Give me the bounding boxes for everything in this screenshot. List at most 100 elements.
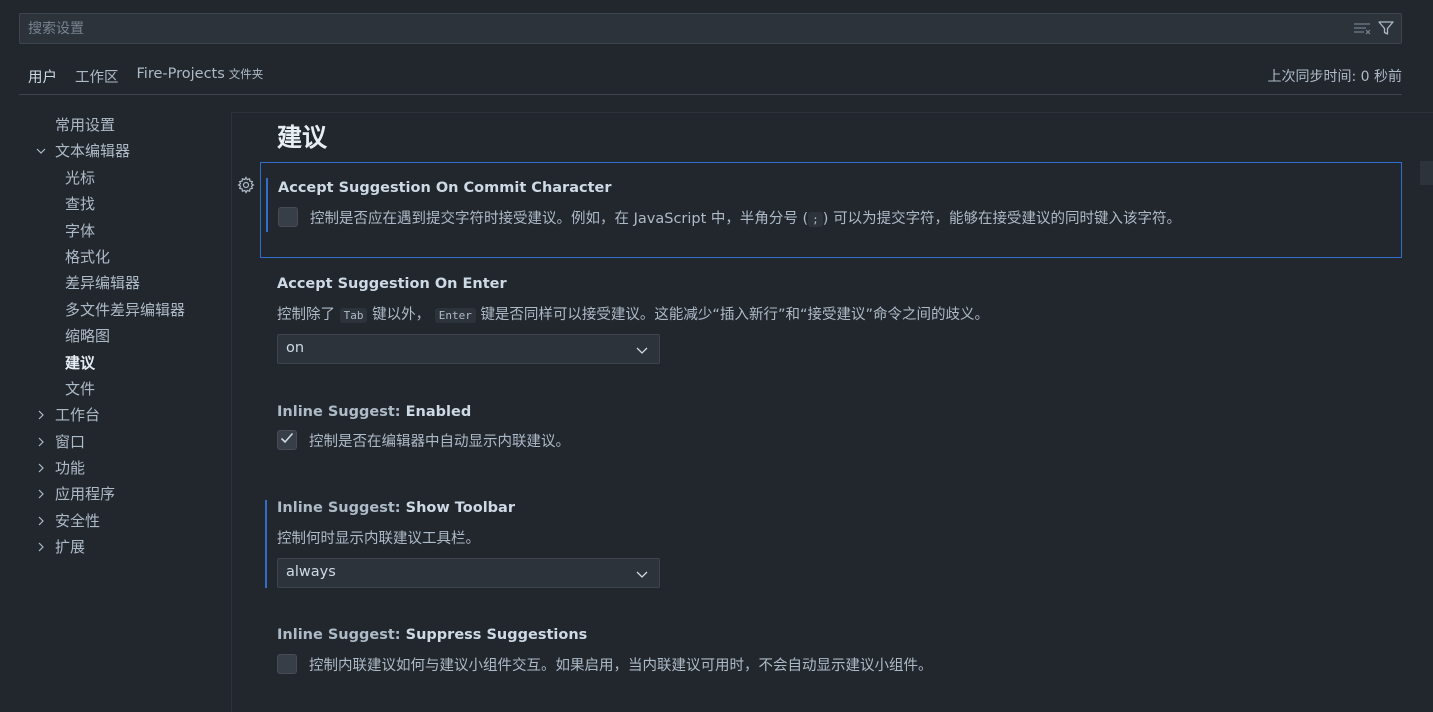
filter-icon[interactable] [1377, 19, 1395, 37]
tree-item-label: 字体 [65, 221, 96, 240]
tree-item-window[interactable]: 窗口 [0, 429, 231, 455]
setting-description: 控制内联建议如何与建议小组件交互。如果启用，当内联建议可用时，不会自动显示建议小… [309, 658, 933, 674]
tree-item-suggestions[interactable]: 建议 [0, 350, 231, 376]
tree-item-application[interactable]: 应用程序 [0, 481, 231, 507]
setting-dropdown[interactable]: always [277, 558, 660, 588]
setting-title: Inline Suggest: Suppress Suggestions [277, 627, 587, 643]
content-divider [232, 112, 1433, 113]
setting-name: Suppress Suggestions [405, 627, 588, 643]
tree-item-label: 文件 [65, 379, 96, 398]
setting-checkbox[interactable] [278, 207, 298, 227]
desc-part: 控制除了 [277, 307, 335, 323]
setting-checkbox[interactable] [277, 430, 297, 450]
dropdown-value: always [286, 564, 336, 580]
setting-inline-suggest-enabled: Inline Suggest: Enabled 控制是否在编辑器中自动显示内联建… [260, 402, 1402, 472]
modified-indicator [265, 500, 267, 588]
setting-accept-on-enter: Accept Suggestion On Enter 控制除了 Tab 键以外，… [260, 274, 1402, 374]
tree-item-label: 多文件差异编辑器 [65, 300, 186, 319]
tree-item-cursor[interactable]: 光标 [0, 165, 231, 191]
key-badge: ; [808, 212, 823, 227]
tree-item-label: 扩展 [55, 538, 86, 557]
setting-category: Inline Suggest: [277, 404, 406, 420]
tree-item-label: 安全性 [55, 511, 101, 530]
tabs-divider [19, 94, 1402, 95]
search-input[interactable] [28, 14, 1328, 43]
tab-workspace[interactable]: 工作区 [66, 56, 128, 95]
setting-title: Accept Suggestion On Commit Character [278, 180, 612, 196]
setting-inline-suggest-show-toolbar: Inline Suggest: Show Toolbar 控制何时显示内联建议工… [260, 498, 1402, 594]
setting-title: Accept Suggestion On Enter [277, 276, 507, 292]
tree-item-multi-diff-editor[interactable]: 多文件差异编辑器 [0, 297, 231, 323]
chevron-right-icon [34, 534, 48, 560]
setting-inline-suggest-suppress: Inline Suggest: Suppress Suggestions 控制内… [260, 625, 1402, 695]
setting-title: Inline Suggest: Show Toolbar [277, 500, 515, 516]
tree-item-label: 窗口 [55, 432, 86, 451]
tree-item-workbench[interactable]: 工作台 [0, 402, 231, 428]
tree-item-diff-editor[interactable]: 差异编辑器 [0, 270, 231, 296]
settings-scope-tabs: 用户 工作区 Fire-Projects 文件夹 [19, 56, 272, 95]
scrollbar-thumb[interactable] [1420, 161, 1433, 185]
tree-item-extensions[interactable]: 扩展 [0, 534, 231, 560]
tab-workspace-label: 工作区 [75, 70, 119, 86]
gear-icon[interactable] [237, 176, 255, 194]
tree-divider [231, 112, 232, 712]
settings-tree: 常用设置 文本编辑器 光标 查找 字体 格式化 差异编辑器 多文件差异编辑器 缩… [0, 112, 231, 561]
setting-name: Show Toolbar [405, 500, 515, 516]
tree-item-label: 查找 [65, 195, 96, 214]
tree-item-font[interactable]: 字体 [0, 218, 231, 244]
setting-name: Enabled [405, 404, 472, 420]
sync-status: 上次同步时间: 0 秒前 [1267, 69, 1402, 85]
chevron-right-icon [34, 402, 48, 428]
desc-part: 键以外， [372, 307, 431, 323]
desc-part: ) 可以为提交字符，能够在接受建议的同时键入该字符。 [822, 211, 1182, 227]
tree-item-label: 工作台 [55, 406, 101, 425]
tree-item-security[interactable]: 安全性 [0, 508, 231, 534]
tab-folder-label: Fire-Projects [136, 66, 225, 82]
tree-item-label: 应用程序 [55, 485, 116, 504]
setting-accept-on-commit-character: Accept Suggestion On Commit Character 控制… [260, 162, 1402, 258]
dropdown-value: on [286, 340, 305, 356]
setting-dropdown[interactable]: on [277, 334, 660, 364]
tree-item-label: 缩略图 [65, 327, 111, 346]
chevron-down-icon [635, 567, 649, 581]
tree-item-features[interactable]: 功能 [0, 455, 231, 481]
setting-description: 控制何时显示内联建议工具栏。 [277, 531, 480, 547]
tree-item-files[interactable]: 文件 [0, 376, 231, 402]
tree-item-text-editor[interactable]: 文本编辑器 [0, 138, 231, 164]
search-actions [1353, 19, 1395, 37]
tree-item-minimap[interactable]: 缩略图 [0, 323, 231, 349]
search-settings-box[interactable] [19, 13, 1402, 44]
tree-item-label: 光标 [65, 168, 96, 187]
tree-item-find[interactable]: 查找 [0, 191, 231, 217]
tree-item-label: 差异编辑器 [65, 274, 141, 293]
chevron-down-icon [635, 343, 649, 357]
tree-item-label: 格式化 [65, 247, 111, 266]
tree-item-formatting[interactable]: 格式化 [0, 244, 231, 270]
chevron-right-icon [34, 481, 48, 507]
section-title: 建议 [277, 123, 328, 152]
setting-checkbox[interactable] [277, 654, 297, 674]
check-icon [279, 430, 295, 450]
setting-description: 控制是否在编辑器中自动显示内联建议。 [309, 434, 570, 450]
setting-category: Inline Suggest: [277, 627, 406, 643]
tree-item-label: 功能 [55, 459, 86, 478]
setting-category: Inline Suggest: [277, 500, 406, 516]
setting-title: Inline Suggest: Enabled [277, 404, 471, 420]
clear-filter-icon[interactable] [1353, 19, 1371, 37]
tab-user[interactable]: 用户 [19, 56, 66, 95]
key-badge: Enter [434, 308, 476, 323]
tab-folder[interactable]: Fire-Projects 文件夹 [128, 56, 273, 95]
tab-user-label: 用户 [28, 70, 57, 86]
desc-part: 键是否同样可以接受建议。这能减少“插入新行”和“接受建议”命令之间的歧义。 [480, 307, 989, 323]
chevron-down-icon [34, 138, 48, 164]
chevron-right-icon [34, 508, 48, 534]
tree-item-label: 常用设置 [55, 116, 116, 134]
key-badge: Tab [339, 308, 368, 323]
tab-folder-sub: 文件夹 [228, 67, 264, 81]
modified-indicator [266, 178, 268, 232]
tree-item-label: 建议 [65, 353, 96, 372]
chevron-right-icon [34, 455, 48, 481]
tree-item-label: 文本编辑器 [55, 142, 131, 161]
tree-item-common[interactable]: 常用设置 [0, 112, 231, 138]
setting-description: 控制除了 Tab 键以外， Enter 键是否同样可以接受建议。这能减少“插入新… [277, 303, 989, 324]
